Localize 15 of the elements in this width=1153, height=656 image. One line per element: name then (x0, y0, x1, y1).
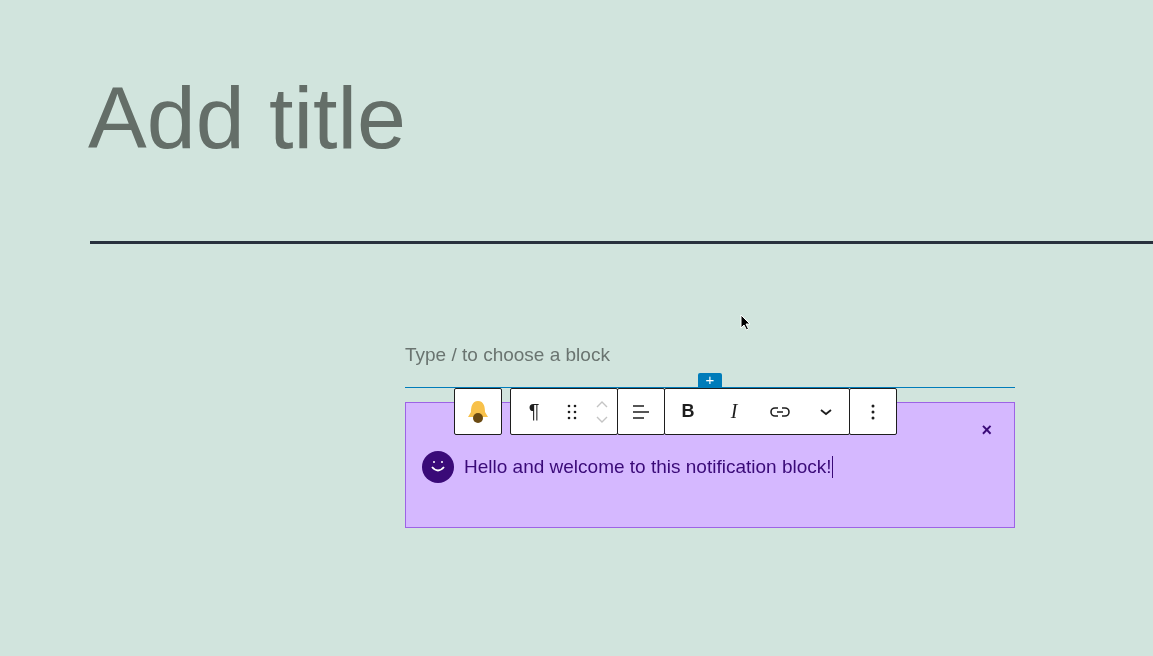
toolbar-button[interactable]: B (665, 389, 711, 434)
title-field[interactable]: Add title (88, 60, 788, 175)
notification-message[interactable]: Hello and welcome to this notification block! (464, 456, 833, 478)
smiley-icon (422, 451, 454, 483)
vertical-dots-icon (871, 403, 875, 420)
align-left-icon (632, 404, 650, 419)
link-icon (770, 405, 790, 418)
insert-button[interactable]: + (698, 373, 722, 387)
toolbar-button[interactable]: ¶ (511, 389, 557, 434)
toolbar-button[interactable]: I (711, 389, 757, 434)
close-button[interactable]: × (979, 421, 994, 439)
chevron-down-icon (820, 407, 832, 416)
bell-icon (466, 398, 490, 425)
mouse-pointer-icon (740, 314, 751, 331)
block-placeholder[interactable]: Type / to choose a block (405, 344, 610, 366)
